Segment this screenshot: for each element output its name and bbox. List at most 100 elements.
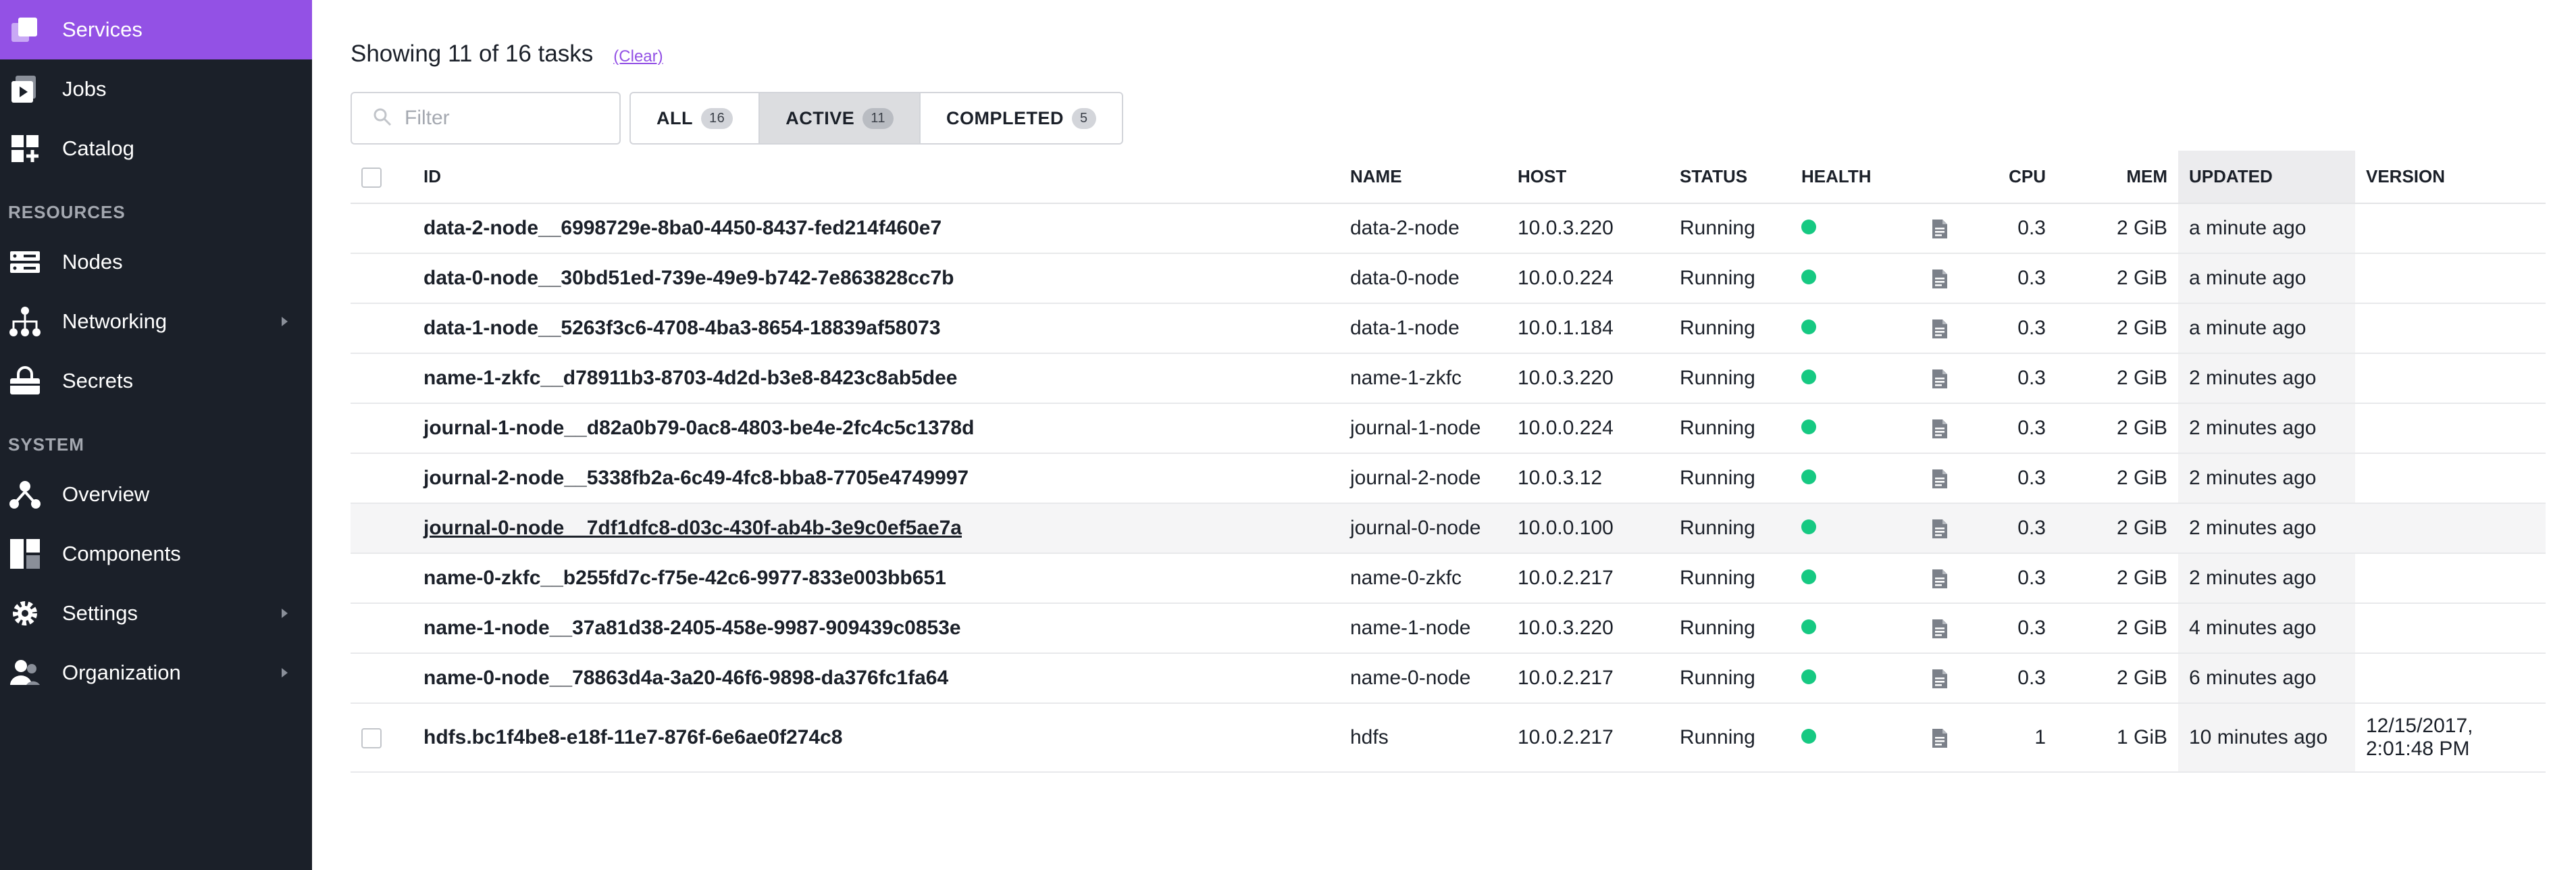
document-icon[interactable]: [1931, 217, 1949, 239]
filter-input[interactable]: [405, 107, 607, 130]
sidebar-item-overview[interactable]: Overview: [0, 465, 312, 524]
task-mem: 2 GiB: [2057, 603, 2178, 654]
task-host: 10.0.0.100: [1507, 503, 1669, 554]
sidebar-item-label: Networking: [62, 309, 168, 333]
task-host: 10.0.2.217: [1507, 653, 1669, 704]
health-status-dot: [1801, 619, 1816, 634]
logs-cell: [1920, 553, 1994, 604]
task-id-link[interactable]: data-2-node__6998729e-8ba0-4450-8437-fed…: [413, 203, 1339, 254]
task-version: [2355, 503, 2546, 554]
sidebar-item-settings[interactable]: Settings: [0, 584, 312, 643]
task-host: 10.0.2.217: [1507, 703, 1669, 773]
task-host: 10.0.1.184: [1507, 303, 1669, 354]
task-id-link[interactable]: name-0-node__78863d4a-3a20-46f6-9898-da3…: [413, 653, 1339, 704]
task-mem: 2 GiB: [2057, 503, 2178, 554]
overview-icon: [8, 478, 42, 511]
task-id-link[interactable]: name-0-zkfc__b255fd7c-f75e-42c6-9977-833…: [413, 553, 1339, 604]
select-all-checkbox[interactable]: [361, 167, 382, 188]
chevron-right-icon: [282, 609, 288, 618]
column-header-version[interactable]: VERSION: [2355, 151, 2546, 204]
sidebar-item-secrets[interactable]: Secrets: [0, 351, 312, 411]
tasks-table: ID NAME HOST STATUS HEALTH CPU MEM UPDAT…: [351, 151, 2546, 773]
health-cell: [1791, 653, 1920, 704]
sidebar-item-organization[interactable]: Organization: [0, 643, 312, 702]
sidebar-item-networking[interactable]: Networking: [0, 292, 312, 351]
row-select-cell: [351, 603, 413, 654]
task-id-link[interactable]: hdfs.bc1f4be8-e18f-11e7-876f-6e6ae0f274c…: [413, 703, 1339, 773]
filter-box[interactable]: [351, 92, 621, 145]
task-id-link[interactable]: name-1-zkfc__d78911b3-8703-4d2d-b3e8-842…: [413, 353, 1339, 404]
document-icon[interactable]: [1931, 267, 1949, 289]
task-id-link[interactable]: journal-2-node__5338fb2a-6c49-4fc8-bba8-…: [413, 453, 1339, 504]
task-id-link[interactable]: journal-0-node__7df1dfc8-d03c-430f-ab4b-…: [413, 503, 1339, 554]
column-header-status[interactable]: STATUS: [1669, 151, 1791, 204]
row-select-cell: [351, 453, 413, 504]
task-version: [2355, 253, 2546, 304]
logs-cell: [1920, 203, 1994, 254]
column-header-mem[interactable]: MEM: [2057, 151, 2178, 204]
task-status: Running: [1669, 553, 1791, 604]
catalog-icon: [8, 132, 42, 165]
document-icon[interactable]: [1931, 417, 1949, 439]
sidebar-item-services[interactable]: Services: [0, 0, 312, 59]
document-icon[interactable]: [1931, 317, 1949, 339]
task-cpu: 0.3: [1994, 203, 2057, 254]
sidebar-item-jobs[interactable]: Jobs: [0, 59, 312, 119]
document-icon[interactable]: [1931, 617, 1949, 639]
table-row: name-0-zkfc__b255fd7c-f75e-42c6-9977-833…: [351, 553, 2546, 604]
column-header-cpu[interactable]: CPU: [1994, 151, 2057, 204]
task-id-link[interactable]: name-1-node__37a81d38-2405-458e-9987-909…: [413, 603, 1339, 654]
health-cell: [1791, 303, 1920, 354]
column-header-host[interactable]: HOST: [1507, 151, 1669, 204]
document-icon[interactable]: [1931, 567, 1949, 589]
sidebar-item-catalog[interactable]: Catalog: [0, 119, 312, 178]
health-status-dot: [1801, 419, 1816, 434]
sidebar-item-label: Jobs: [62, 77, 107, 101]
task-mem: 2 GiB: [2057, 653, 2178, 704]
column-header-name[interactable]: NAME: [1339, 151, 1507, 204]
tab-active[interactable]: ACTIVE 11: [760, 93, 921, 143]
task-name: name-1-zkfc: [1339, 353, 1507, 404]
task-updated: 2 minutes ago: [2178, 353, 2355, 404]
task-version: [2355, 453, 2546, 504]
column-header-health[interactable]: HEALTH: [1791, 151, 1920, 204]
task-status: Running: [1669, 603, 1791, 654]
task-mem: 2 GiB: [2057, 203, 2178, 254]
sidebar-item-nodes[interactable]: Nodes: [0, 232, 312, 292]
networking-icon: [8, 305, 42, 338]
tab-label: COMPLETED: [946, 107, 1064, 128]
sidebar-item-label: Secrets: [62, 369, 134, 392]
column-header-updated[interactable]: UPDATED: [2178, 151, 2355, 204]
gear-icon: [8, 596, 42, 630]
document-icon[interactable]: [1931, 667, 1949, 689]
task-mem: 2 GiB: [2057, 253, 2178, 304]
task-id-link[interactable]: journal-1-node__d82a0b79-0ac8-4803-be4e-…: [413, 403, 1339, 454]
row-select-cell: [351, 203, 413, 254]
task-name: journal-0-node: [1339, 503, 1507, 554]
task-mem: 2 GiB: [2057, 303, 2178, 354]
logs-cell: [1920, 403, 1994, 454]
task-name: name-0-zkfc: [1339, 553, 1507, 604]
task-status: Running: [1669, 453, 1791, 504]
document-icon[interactable]: [1931, 726, 1949, 748]
task-summary: Showing 11 of 16 tasks (Clear): [351, 41, 663, 68]
column-header-id[interactable]: ID: [413, 151, 1339, 204]
task-name: name-1-node: [1339, 603, 1507, 654]
tab-all[interactable]: ALL 16: [631, 93, 761, 143]
sidebar-item-components[interactable]: Components: [0, 524, 312, 584]
count-badge: 11: [862, 107, 894, 129]
document-icon[interactable]: [1931, 367, 1949, 389]
document-icon[interactable]: [1931, 467, 1949, 489]
tab-completed[interactable]: COMPLETED 5: [921, 93, 1122, 143]
row-checkbox[interactable]: [361, 728, 382, 749]
task-name: name-0-node: [1339, 653, 1507, 704]
count-badge: 16: [700, 107, 733, 129]
task-id-link[interactable]: data-1-node__5263f3c6-4708-4ba3-8654-188…: [413, 303, 1339, 354]
sidebar-item-label: Components: [62, 542, 181, 565]
task-id-link[interactable]: data-0-node__30bd51ed-739e-49e9-b742-7e8…: [413, 253, 1339, 304]
clear-filter-link[interactable]: (Clear): [613, 47, 663, 66]
task-status: Running: [1669, 503, 1791, 554]
task-updated: 2 minutes ago: [2178, 453, 2355, 504]
task-status: Running: [1669, 203, 1791, 254]
document-icon[interactable]: [1931, 517, 1949, 539]
